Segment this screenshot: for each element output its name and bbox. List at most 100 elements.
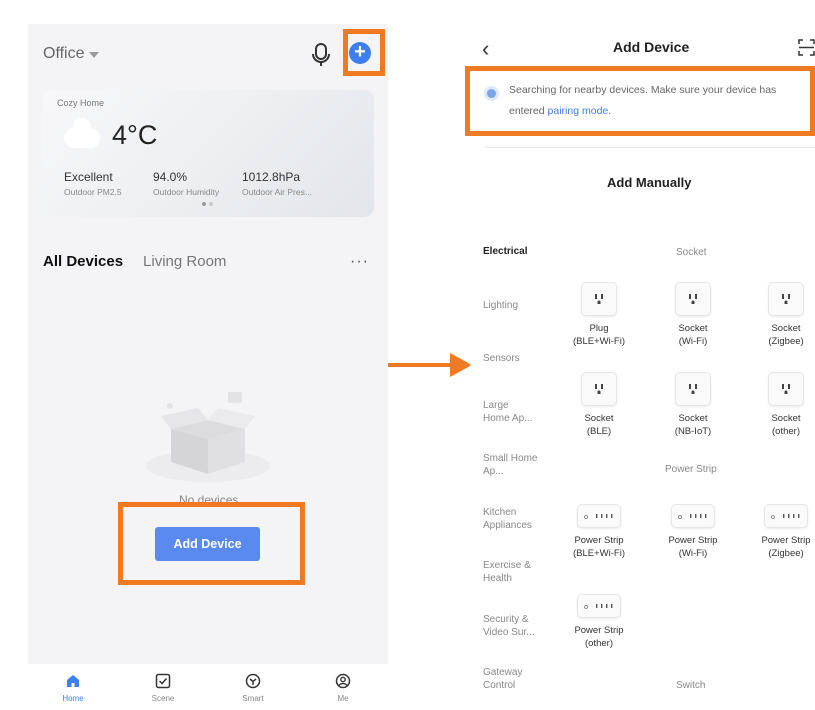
category-security-video[interactable]: Security & Video Sur...	[483, 613, 543, 639]
nav-me[interactable]: Me	[298, 664, 388, 710]
pressure-stat: 1012.8hPa Outdoor Air Pres...	[242, 170, 312, 197]
notice-highlight-box	[465, 66, 815, 136]
socket-icon	[581, 282, 617, 316]
socket-icon	[675, 372, 711, 406]
nav-label: Smart	[242, 694, 264, 703]
device-protocol: (NB-IoT)	[674, 426, 712, 437]
empty-box-illustration	[146, 392, 270, 482]
home-screen: Office + Cozy Home 4°C Excellent Outdoor…	[28, 24, 388, 710]
power-strip-icon	[764, 504, 808, 528]
socket-icon	[768, 372, 804, 406]
section-switch: Switch	[676, 680, 706, 691]
device-item[interactable]: Socket (Zigbee)	[746, 282, 815, 348]
device-name: Power Strip	[574, 625, 624, 636]
device-name: Socket	[678, 413, 708, 424]
socket-icon	[768, 282, 804, 316]
device-item[interactable]: Socket (NB-IoT)	[653, 372, 733, 438]
device-item[interactable]: Socket (other)	[746, 372, 815, 438]
device-name: Power Strip	[761, 535, 811, 546]
stat-label: Outdoor Air Pres...	[242, 187, 312, 197]
device-protocol: (Zigbee)	[768, 548, 804, 559]
room-tabs: All Devices Living Room	[43, 253, 226, 270]
category-small-home-appliances[interactable]: Small Home Ap...	[483, 452, 538, 478]
nav-home[interactable]: Home	[28, 664, 118, 710]
nav-scene[interactable]: Scene	[118, 664, 208, 710]
smart-icon	[244, 672, 262, 690]
home-icon	[64, 672, 82, 690]
weather-card[interactable]: Cozy Home 4°C Excellent Outdoor PM2.5 94…	[42, 90, 374, 217]
socket-icon	[675, 282, 711, 316]
section-heading: Add Manually	[607, 175, 692, 190]
microphone-icon[interactable]	[310, 42, 332, 68]
stat-label: Outdoor PM2.5	[64, 187, 122, 197]
device-name: Power Strip	[574, 535, 624, 546]
device-name: Plug	[589, 323, 609, 334]
section-socket: Socket	[676, 247, 707, 258]
plus-highlight-box	[343, 29, 385, 76]
device-name: Socket	[771, 413, 801, 424]
device-name: Socket	[771, 323, 801, 334]
device-item[interactable]: Power Strip (Wi-Fi)	[653, 504, 733, 560]
power-strip-icon	[671, 504, 715, 528]
tab-all-devices[interactable]: All Devices	[43, 253, 123, 270]
location-label: Office	[43, 45, 85, 62]
divider	[484, 147, 815, 148]
power-strip-icon	[577, 594, 621, 618]
stat-value: 94.0%	[153, 170, 188, 184]
device-item[interactable]: Socket (BLE)	[559, 372, 639, 438]
nav-smart[interactable]: Smart	[208, 664, 298, 710]
device-item[interactable]: Plug (BLE+Wi-Fi)	[559, 282, 639, 348]
power-strip-icon	[577, 504, 621, 528]
nav-label: Home	[62, 694, 84, 703]
tab-living-room[interactable]: Living Room	[143, 253, 226, 270]
device-item[interactable]: Power Strip (Zigbee)	[746, 504, 815, 560]
profile-icon	[334, 672, 352, 690]
device-item[interactable]: Socket (Wi-Fi)	[653, 282, 733, 348]
page-title: Add Device	[613, 39, 690, 55]
device-protocol: (BLE)	[586, 426, 612, 437]
device-item[interactable]: Power Strip (other)	[559, 594, 639, 650]
device-protocol: (Wi-Fi)	[678, 336, 708, 347]
category-exercise-health[interactable]: Exercise & Health	[483, 559, 543, 585]
bottom-navigation: Home Scene Smart Me	[28, 664, 388, 710]
scan-icon[interactable]	[798, 39, 815, 56]
category-sensors[interactable]: Sensors	[483, 352, 520, 365]
device-name: Power Strip	[668, 535, 718, 546]
add-device-highlight-box	[118, 502, 305, 585]
device-item[interactable]: Power Strip (BLE+Wi-Fi)	[559, 504, 639, 560]
add-device-screen: ‹ Add Device Searching for nearby device…	[465, 24, 815, 710]
device-protocol: (BLE+Wi-Fi)	[573, 336, 625, 347]
more-options-icon[interactable]: ···	[350, 253, 369, 271]
device-name: Socket	[678, 323, 708, 334]
stat-label: Outdoor Humidity	[153, 187, 220, 197]
socket-icon	[581, 372, 617, 406]
dropdown-caret-icon	[88, 52, 99, 58]
cloud-icon	[64, 118, 100, 148]
device-protocol: (other)	[585, 638, 613, 649]
carousel-dots	[202, 202, 213, 206]
device-name: Socket	[584, 413, 614, 424]
device-protocol: (Wi-Fi)	[678, 548, 708, 559]
category-electrical[interactable]: Electrical	[483, 245, 527, 258]
location-selector[interactable]: Office	[43, 45, 99, 63]
device-protocol: (Zigbee)	[768, 336, 804, 347]
device-protocol: (other)	[772, 426, 800, 437]
stat-value: Excellent	[64, 170, 113, 184]
back-arrow-icon[interactable]: ‹	[482, 36, 489, 62]
scene-icon	[154, 672, 172, 690]
category-lighting[interactable]: Lighting	[483, 299, 518, 312]
arrow-shaft	[388, 363, 452, 367]
pm25-stat: Excellent Outdoor PM2.5	[64, 170, 122, 197]
category-gateway-control[interactable]: Gateway Control	[483, 666, 543, 692]
category-kitchen-appliances[interactable]: Kitchen Appliances	[483, 506, 543, 532]
humidity-stat: 94.0% Outdoor Humidity	[153, 170, 219, 197]
category-large-home-appliances[interactable]: Large Home Ap...	[483, 399, 538, 425]
home-name: Cozy Home	[57, 98, 105, 108]
arrow-right-icon	[450, 353, 472, 377]
stat-value: 1012.8hPa	[242, 170, 301, 184]
temperature: 4°C	[112, 120, 158, 150]
nav-label: Me	[337, 694, 349, 703]
nav-label: Scene	[151, 694, 175, 703]
device-protocol: (BLE+Wi-Fi)	[573, 548, 625, 559]
section-power-strip: Power Strip	[665, 464, 717, 475]
